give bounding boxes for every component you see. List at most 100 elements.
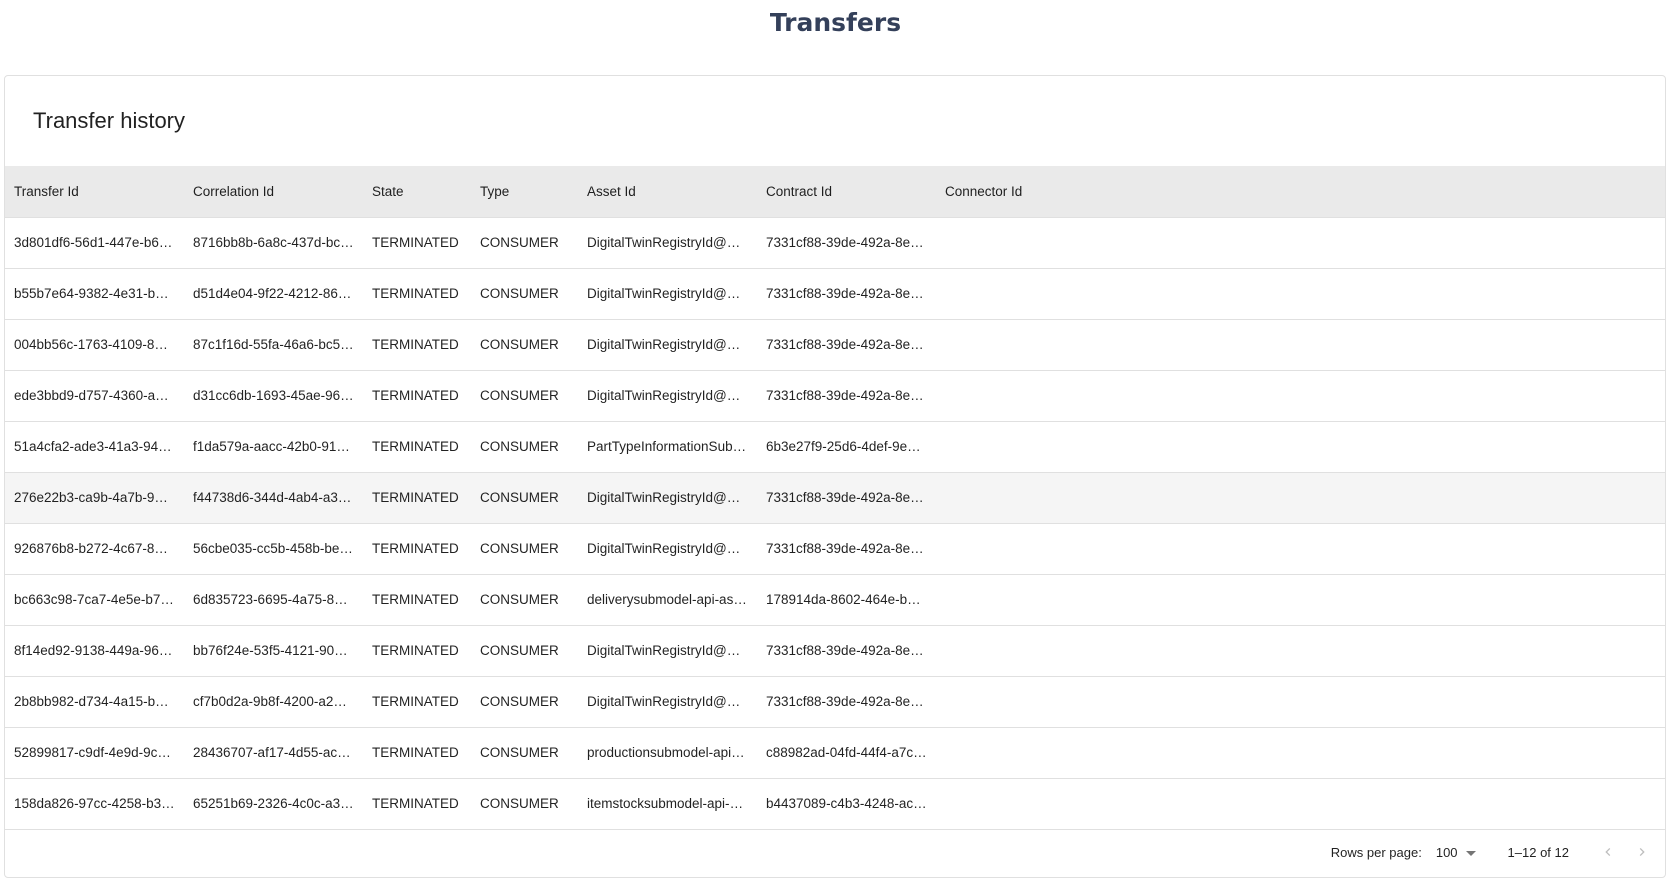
cell-state: TERMINATED xyxy=(363,421,471,473)
table-row[interactable]: 3d801df6-56d1-447e-b65… 8716bb8b-6a8c-437… xyxy=(5,217,1665,269)
cell-asset-id: DigitalTwinRegistryId@B… xyxy=(578,370,757,422)
card-title: Transfer history xyxy=(33,108,186,133)
cell-correlation-id: f44738d6-344d-4ab4-a33… xyxy=(184,472,363,524)
cell-state: TERMINATED xyxy=(363,217,471,269)
table-row[interactable]: 926876b8-b272-4c67-82e… 56cbe035-cc5b-458… xyxy=(5,523,1665,575)
cell-connector-id xyxy=(936,778,1665,830)
chevron-right-icon xyxy=(1639,848,1645,856)
cell-type: CONSUMER xyxy=(471,625,578,677)
cell-state: TERMINATED xyxy=(363,268,471,320)
transfer-history-card: Transfer history Transfer Id Correlation… xyxy=(4,75,1666,878)
cell-contract-id: 7331cf88-39de-492a-8efd… xyxy=(757,523,936,575)
rows-per-page-value: 100 xyxy=(1435,844,1458,860)
cell-type: CONSUMER xyxy=(471,523,578,575)
column-header-contract-id[interactable]: Contract Id xyxy=(757,166,936,218)
cell-state: TERMINATED xyxy=(363,319,471,371)
cell-type: CONSUMER xyxy=(471,778,578,830)
cell-state: TERMINATED xyxy=(363,370,471,422)
page-title: Transfers xyxy=(769,8,902,37)
column-header-transfer-id[interactable]: Transfer Id xyxy=(5,166,184,218)
table-row[interactable]: ede3bbd9-d757-4360-a01… d31cc6db-1693-45a… xyxy=(5,370,1665,422)
cell-contract-id: 7331cf88-39de-492a-8efd… xyxy=(757,319,936,371)
table-row[interactable]: bc663c98-7ca7-4e5e-b70… 6d835723-6695-4a7… xyxy=(5,574,1665,626)
cell-contract-id: 7331cf88-39de-492a-8efd… xyxy=(757,625,936,677)
cell-type: CONSUMER xyxy=(471,319,578,371)
pagination-range: 1–12 of 12 xyxy=(1507,844,1569,860)
cell-transfer-id: 004bb56c-1763-4109-839… xyxy=(5,319,184,371)
cell-contract-id: c88982ad-04fd-44f4-a7c6… xyxy=(757,727,936,779)
transfer-table: Transfer Id Correlation Id State Type As… xyxy=(5,166,1665,830)
cell-connector-id xyxy=(936,574,1665,626)
cell-connector-id xyxy=(936,268,1665,320)
cell-type: CONSUMER xyxy=(471,574,578,626)
cell-connector-id xyxy=(936,727,1665,779)
cell-contract-id: 6b3e27f9-25d6-4def-9ebd… xyxy=(757,421,936,473)
cell-transfer-id: 3d801df6-56d1-447e-b65… xyxy=(5,217,184,269)
column-header-correlation-id[interactable]: Correlation Id xyxy=(184,166,363,218)
cell-correlation-id: 87c1f16d-55fa-46a6-bc58… xyxy=(184,319,363,371)
cell-type: CONSUMER xyxy=(471,727,578,779)
table-pagination: Rows per page: 100 1–12 of 12 xyxy=(5,827,1665,877)
cell-state: TERMINATED xyxy=(363,676,471,728)
column-header-connector-id[interactable]: Connector Id xyxy=(936,166,1665,218)
cell-contract-id: 7331cf88-39de-492a-8efd… xyxy=(757,472,936,524)
cell-correlation-id: bb76f24e-53f5-4121-9022… xyxy=(184,625,363,677)
chevron-left-icon xyxy=(1605,848,1611,856)
cell-correlation-id: 8716bb8b-6a8c-437d-bc1… xyxy=(184,217,363,269)
cell-asset-id: deliverysubmodel-api-ass… xyxy=(578,574,757,626)
table-body: 3d801df6-56d1-447e-b65… 8716bb8b-6a8c-437… xyxy=(5,217,1665,830)
cell-asset-id: DigitalTwinRegistryId@B… xyxy=(578,319,757,371)
cell-asset-id: DigitalTwinRegistryId@B… xyxy=(578,676,757,728)
table-row[interactable]: 51a4cfa2-ade3-41a3-944… f1da579a-aacc-42b… xyxy=(5,421,1665,473)
previous-page-button[interactable] xyxy=(1591,835,1625,869)
cell-type: CONSUMER xyxy=(471,268,578,320)
cell-transfer-id: 926876b8-b272-4c67-82e… xyxy=(5,523,184,575)
cell-type: CONSUMER xyxy=(471,472,578,524)
cell-transfer-id: 2b8bb982-d734-4a15-be8… xyxy=(5,676,184,728)
cell-type: CONSUMER xyxy=(471,421,578,473)
cell-contract-id: b4437089-c4b3-4248-aca… xyxy=(757,778,936,830)
table-row[interactable]: 8f14ed92-9138-449a-966… bb76f24e-53f5-412… xyxy=(5,625,1665,677)
table-row[interactable]: 276e22b3-ca9b-4a7b-91f… f44738d6-344d-4ab… xyxy=(5,472,1665,524)
cell-state: TERMINATED xyxy=(363,727,471,779)
cell-type: CONSUMER xyxy=(471,217,578,269)
cell-asset-id: DigitalTwinRegistryId@B… xyxy=(578,625,757,677)
table-row[interactable]: b55b7e64-9382-4e31-b4a… d51d4e04-9f22-421… xyxy=(5,268,1665,320)
cell-state: TERMINATED xyxy=(363,523,471,575)
cell-contract-id: 7331cf88-39de-492a-8efd… xyxy=(757,676,936,728)
column-header-type[interactable]: Type xyxy=(471,166,578,218)
cell-correlation-id: d31cc6db-1693-45ae-969… xyxy=(184,370,363,422)
cell-contract-id: 7331cf88-39de-492a-8efd… xyxy=(757,217,936,269)
cell-transfer-id: ede3bbd9-d757-4360-a01… xyxy=(5,370,184,422)
cell-connector-id xyxy=(936,319,1665,371)
table-row[interactable]: 004bb56c-1763-4109-839… 87c1f16d-55fa-46a… xyxy=(5,319,1665,371)
cell-asset-id: productionsubmodel-api-a… xyxy=(578,727,757,779)
rows-per-page-select[interactable]: 100 xyxy=(1436,845,1476,860)
cell-correlation-id: cf7b0d2a-9b8f-4200-a2ab… xyxy=(184,676,363,728)
cell-transfer-id: 8f14ed92-9138-449a-966… xyxy=(5,625,184,677)
cell-transfer-id: 52899817-c9df-4e9d-9c6… xyxy=(5,727,184,779)
column-header-asset-id[interactable]: Asset Id xyxy=(578,166,757,218)
cell-connector-id xyxy=(936,472,1665,524)
table-row[interactable]: 2b8bb982-d734-4a15-be8… cf7b0d2a-9b8f-420… xyxy=(5,676,1665,728)
caret-down-icon xyxy=(1465,850,1476,856)
table-row[interactable]: 52899817-c9df-4e9d-9c6… 28436707-af17-4d5… xyxy=(5,727,1665,779)
cell-transfer-id: 276e22b3-ca9b-4a7b-91f… xyxy=(5,472,184,524)
rows-per-page-label: Rows per page: xyxy=(1330,844,1422,860)
cell-asset-id: DigitalTwinRegistryId@B… xyxy=(578,217,757,269)
cell-correlation-id: 65251b69-2326-4c0c-a31… xyxy=(184,778,363,830)
cell-asset-id: DigitalTwinRegistryId@B… xyxy=(578,472,757,524)
cell-transfer-id: b55b7e64-9382-4e31-b4a… xyxy=(5,268,184,320)
cell-type: CONSUMER xyxy=(471,676,578,728)
cell-contract-id: 7331cf88-39de-492a-8efd… xyxy=(757,370,936,422)
next-page-button[interactable] xyxy=(1625,835,1659,869)
table-row[interactable]: 158da826-97cc-4258-b3e… 65251b69-2326-4c0… xyxy=(5,778,1665,830)
cell-connector-id xyxy=(936,421,1665,473)
cell-asset-id: DigitalTwinRegistryId@B… xyxy=(578,523,757,575)
cell-correlation-id: d51d4e04-9f22-4212-869… xyxy=(184,268,363,320)
cell-connector-id xyxy=(936,523,1665,575)
cell-connector-id xyxy=(936,370,1665,422)
cell-transfer-id: 158da826-97cc-4258-b3e… xyxy=(5,778,184,830)
cell-correlation-id: f1da579a-aacc-42b0-91d… xyxy=(184,421,363,473)
column-header-state[interactable]: State xyxy=(363,166,471,218)
